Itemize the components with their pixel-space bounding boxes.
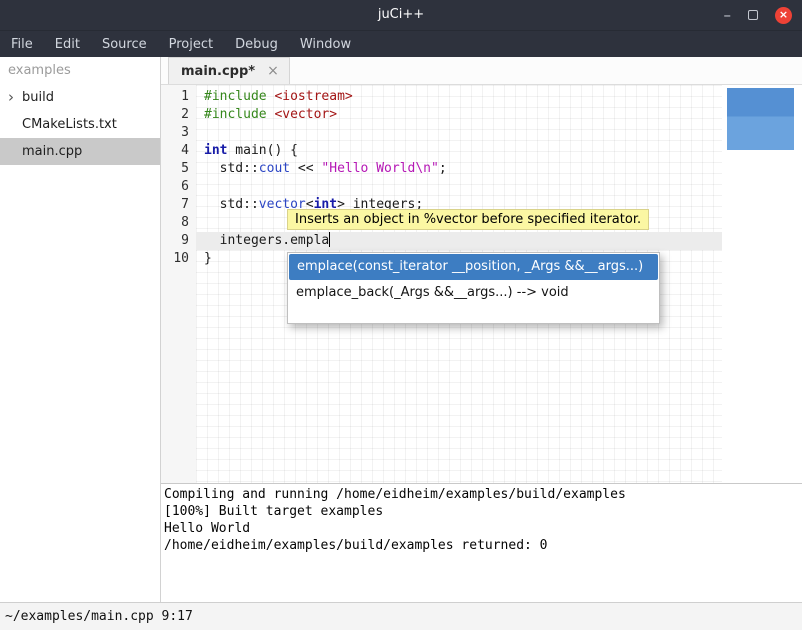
chevron-right-icon[interactable]: › bbox=[8, 84, 22, 111]
status-file-position: ~/examples/main.cpp 9:17 bbox=[5, 609, 193, 624]
file-tree-header: examples bbox=[0, 57, 160, 84]
code-token: #include bbox=[204, 89, 267, 104]
line-number: 3 bbox=[161, 124, 196, 142]
close-icon: × bbox=[779, 8, 788, 21]
window-controls: – × bbox=[724, 0, 793, 30]
tree-item-build[interactable]: › build bbox=[0, 84, 160, 111]
line-number: 10 bbox=[161, 250, 196, 268]
code-token: } bbox=[204, 251, 212, 266]
editor-column: main.cpp* × 1 2 3 4 5 6 7 8 9 10 #includ… bbox=[161, 57, 802, 602]
code-line[interactable] bbox=[196, 178, 722, 196]
line-number: 7 bbox=[161, 196, 196, 214]
tab-close-icon[interactable]: × bbox=[267, 63, 279, 79]
line-number: 2 bbox=[161, 106, 196, 124]
console-line: Compiling and running /home/eidheim/exam… bbox=[164, 486, 802, 503]
completion-item[interactable]: emplace_back(_Args &&__args...) --> void bbox=[288, 280, 659, 306]
line-number: 5 bbox=[161, 160, 196, 178]
code-token: integers.empla bbox=[204, 233, 329, 248]
code-line[interactable]: int main() { bbox=[196, 142, 722, 160]
tabbar: main.cpp* × bbox=[161, 57, 802, 85]
code-token: "Hello World\n" bbox=[321, 161, 438, 176]
code-token: int bbox=[204, 143, 227, 158]
close-button[interactable]: × bbox=[775, 7, 792, 24]
completion-popup: emplace(const_iterator __position, _Args… bbox=[287, 252, 660, 324]
line-number: 6 bbox=[161, 178, 196, 196]
console-output[interactable]: Compiling and running /home/eidheim/exam… bbox=[161, 484, 802, 602]
menubar: File Edit Source Project Debug Window bbox=[0, 30, 802, 57]
titlebar: juCi++ – × bbox=[0, 0, 802, 30]
line-number: 8 bbox=[161, 214, 196, 232]
restore-button[interactable] bbox=[748, 10, 758, 20]
tree-item-cmakelists[interactable]: CMakeLists.txt bbox=[0, 111, 160, 138]
completion-item-selected[interactable]: emplace(const_iterator __position, _Args… bbox=[289, 254, 658, 280]
line-number: 1 bbox=[161, 88, 196, 106]
console-line: Hello World bbox=[164, 520, 802, 537]
code-line[interactable]: #include <iostream> bbox=[196, 88, 722, 106]
jucipp-window: juCi++ – × File Edit Source Project Debu… bbox=[0, 0, 802, 630]
tab-main-cpp[interactable]: main.cpp* × bbox=[168, 57, 290, 84]
code-token: ; bbox=[439, 161, 447, 176]
console-line: [100%] Built target examples bbox=[164, 503, 802, 520]
minimap-slider[interactable] bbox=[727, 88, 794, 150]
tree-item-label: build bbox=[22, 84, 160, 111]
menu-edit[interactable]: Edit bbox=[44, 33, 91, 56]
menu-debug[interactable]: Debug bbox=[224, 33, 289, 56]
menu-file[interactable]: File bbox=[0, 33, 44, 56]
line-number-gutter: 1 2 3 4 5 6 7 8 9 10 bbox=[161, 85, 196, 483]
console-line: /home/eidheim/examples/build/examples re… bbox=[164, 537, 802, 554]
code-line[interactable]: #include <vector> bbox=[196, 106, 722, 124]
code-token: <iostream> bbox=[274, 89, 352, 104]
code-token: cout bbox=[259, 161, 290, 176]
code-line-current[interactable]: integers.empla bbox=[196, 232, 722, 250]
tab-label: main.cpp* bbox=[181, 64, 255, 79]
code-token: << bbox=[290, 161, 321, 176]
code-editor: 1 2 3 4 5 6 7 8 9 10 #include <iostream>… bbox=[161, 85, 802, 483]
code-line[interactable]: std::cout << "Hello World\n"; bbox=[196, 160, 722, 178]
menu-project[interactable]: Project bbox=[158, 33, 224, 56]
code-token: std:: bbox=[204, 197, 259, 212]
doc-tooltip: Inserts an object in %vector before spec… bbox=[287, 209, 649, 230]
line-number: 9 bbox=[161, 232, 196, 250]
status-bar: ~/examples/main.cpp 9:17 bbox=[0, 602, 802, 630]
minimize-icon: – bbox=[724, 6, 732, 24]
code-token: <vector> bbox=[274, 107, 337, 122]
window-title: juCi++ bbox=[0, 0, 802, 30]
minimap[interactable] bbox=[722, 85, 802, 483]
code-token: std:: bbox=[204, 161, 259, 176]
file-tree-panel: examples › build CMakeLists.txt main.cpp bbox=[0, 57, 160, 602]
tree-item-label: main.cpp bbox=[22, 138, 160, 165]
tree-item-main-cpp[interactable]: main.cpp bbox=[0, 138, 160, 165]
minimize-button[interactable]: – bbox=[724, 10, 732, 20]
code-token: #include bbox=[204, 107, 267, 122]
code-token: main() { bbox=[227, 143, 297, 158]
code-line[interactable] bbox=[196, 124, 722, 142]
menu-source[interactable]: Source bbox=[91, 33, 158, 56]
tree-item-label: CMakeLists.txt bbox=[22, 111, 160, 138]
line-number: 4 bbox=[161, 142, 196, 160]
text-cursor bbox=[329, 232, 330, 247]
menu-window[interactable]: Window bbox=[289, 33, 362, 56]
